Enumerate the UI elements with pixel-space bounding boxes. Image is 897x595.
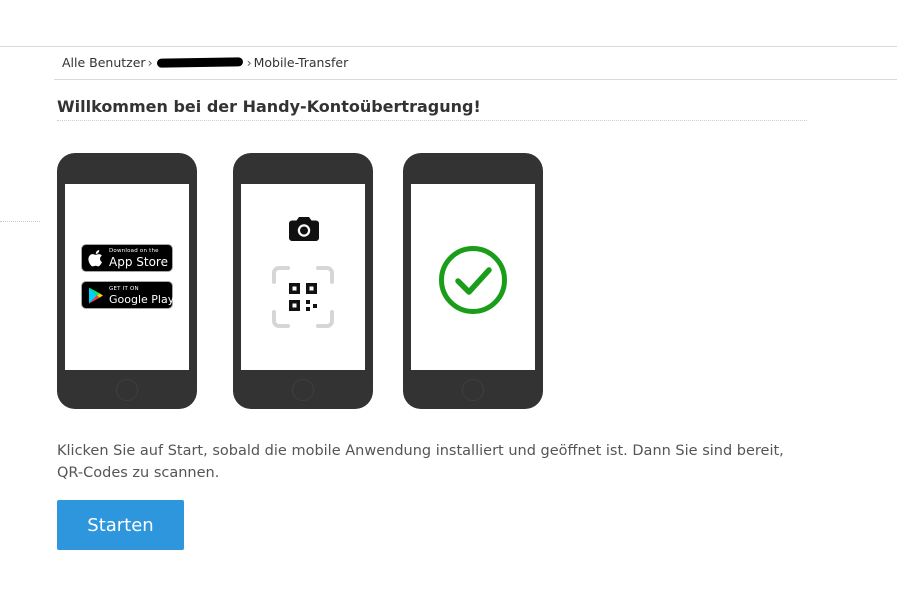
app-store-small-text: Download on the	[109, 248, 159, 254]
check-circle-icon	[439, 246, 507, 314]
app-store-badge[interactable]: Download on the App Store	[81, 244, 173, 272]
phone-home-button	[462, 379, 484, 401]
sidebar-divider	[0, 221, 40, 222]
google-play-small-text: GET IT ON	[109, 286, 139, 292]
instructions-text: Klicken Sie auf Start, sobald die mobile…	[57, 443, 784, 481]
page-title: Willkommen bei der Handy-Kontoübertragun…	[57, 97, 481, 116]
phone-home-button	[292, 379, 314, 401]
google-play-label: Google Play	[109, 293, 175, 306]
breadcrumb-all-users-link[interactable]: Alle Benutzer	[62, 55, 146, 70]
phone-screen: Download on the App Store GET IT ON Goog…	[65, 184, 189, 370]
app-store-label: App Store	[109, 255, 168, 269]
title-divider	[57, 120, 807, 121]
qr-code-icon	[272, 266, 334, 328]
breadcrumb: Alle Benutzer › › Mobile-Transfer	[62, 55, 348, 70]
start-button[interactable]: Starten	[57, 500, 184, 550]
apple-icon	[88, 250, 102, 267]
breadcrumb-current: Mobile-Transfer	[253, 55, 349, 70]
breadcrumb-separator: ›	[246, 55, 252, 70]
google-play-badge[interactable]: GET IT ON Google Play	[81, 281, 175, 309]
phone-screen	[411, 184, 535, 370]
google-play-icon	[89, 287, 103, 304]
phone-step-install: Download on the App Store GET IT ON Goog…	[57, 153, 197, 409]
breadcrumb-divider	[54, 79, 897, 80]
phone-step-scan	[233, 153, 373, 409]
phone-screen	[241, 184, 365, 370]
header-divider	[0, 46, 897, 47]
breadcrumb-separator: ›	[147, 55, 153, 70]
phone-home-button	[116, 379, 138, 401]
redacted-user-name	[156, 57, 243, 68]
camera-icon	[289, 217, 319, 241]
phone-step-done	[403, 153, 543, 409]
